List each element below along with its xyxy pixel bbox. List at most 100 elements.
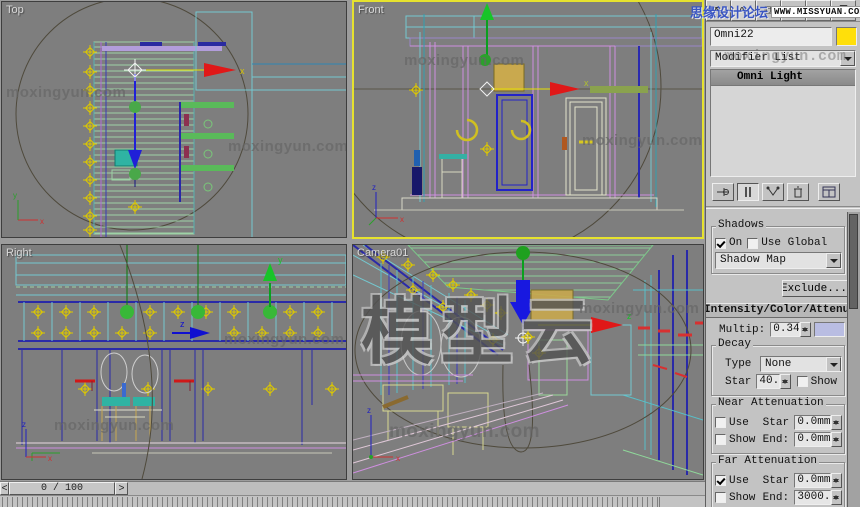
watermark: moxingyun.com	[579, 300, 700, 317]
decay-start-label: Star	[725, 375, 752, 388]
panel-scrollbar-thumb[interactable]	[849, 214, 858, 309]
exclude-button[interactable]: Exclude...	[782, 280, 847, 297]
time-slider-track[interactable]: < 0 / 100 >	[0, 481, 705, 495]
near-start-spinner[interactable]	[831, 415, 842, 430]
time-slider[interactable]: 0 / 100	[9, 482, 115, 495]
axis-tripod: z x	[22, 420, 52, 463]
forum-watermark-cn: 思缘设计论坛	[690, 6, 769, 21]
viewport-front-label[interactable]: Front	[358, 4, 384, 16]
stack-toolbar	[706, 179, 860, 203]
multiplier-label: Multip:	[719, 323, 766, 336]
viewport-camera-label[interactable]: Camera01	[357, 247, 408, 259]
shadows-group-title: Shadows	[716, 219, 767, 231]
light-drop-lines	[120, 245, 277, 319]
near-end-label: End:	[762, 433, 790, 446]
near-start-field[interactable]: 0.0mm	[794, 415, 831, 430]
multiplier-color-swatch[interactable]	[814, 322, 845, 337]
stack-item-omni-light[interactable]: Omni Light	[711, 70, 855, 86]
decay-type-value: None	[765, 358, 792, 370]
pin-stack-button[interactable]	[712, 183, 734, 201]
decay-group-title: Decay	[716, 338, 754, 350]
near-show-checkbox[interactable]	[715, 434, 726, 445]
far-start-spinner[interactable]	[831, 473, 842, 488]
svg-text:x: x	[40, 217, 44, 226]
show-end-result-button[interactable]	[737, 183, 759, 201]
use-global-label: Use Global	[761, 237, 828, 249]
decay-start-spinner[interactable]	[779, 374, 791, 389]
svg-text:x: x	[396, 454, 400, 463]
shadows-on-label: On	[729, 237, 743, 249]
chevron-down-icon[interactable]	[826, 253, 841, 268]
near-start-label: Star	[762, 416, 790, 429]
viewport-right[interactable]: y z z x Right moxingyun.com moxingyun.co…	[1, 244, 347, 480]
far-end-spinner[interactable]	[831, 490, 842, 505]
decay-start-field[interactable]: 40.0mm	[756, 374, 780, 389]
far-use-checkbox[interactable]	[715, 475, 726, 486]
multiplier-spinner[interactable]	[800, 322, 812, 337]
track-bar-ticks	[2, 497, 660, 507]
far-start-label: Star	[762, 474, 790, 487]
decay-type-dropdown[interactable]: None	[760, 356, 842, 372]
omni-light-markers	[408, 82, 532, 157]
show-end-result-icon	[745, 187, 751, 197]
intensity-rollout-header[interactable]: Intensity/Color/Attenuation	[706, 303, 847, 318]
pin-icon	[717, 188, 729, 196]
viewport-right-label[interactable]: Right	[6, 247, 32, 259]
near-end-spinner[interactable]	[831, 432, 842, 447]
near-show-label: Show	[729, 433, 756, 446]
near-end-field[interactable]: 0.0mm	[794, 432, 831, 447]
configure-modifier-sets-button[interactable]	[818, 183, 840, 201]
track-bar[interactable]	[0, 495, 705, 507]
decay-show-checkbox[interactable]	[796, 376, 808, 387]
watermark: moxingyun.com	[724, 48, 847, 65]
multiplier-row: Multip: 0.34	[719, 322, 845, 337]
use-global-checkbox[interactable]	[747, 237, 759, 249]
chevron-down-icon[interactable]	[826, 357, 841, 371]
multiplier-field[interactable]: 0.34	[770, 322, 801, 337]
near-use-checkbox[interactable]	[715, 417, 726, 428]
far-end-field[interactable]: 3000.0mm	[794, 490, 831, 505]
far-show-checkbox[interactable]	[715, 492, 726, 503]
svg-text:z: z	[180, 319, 185, 329]
viewport-front[interactable]: x z x Front moxingyun.com moxingyun.com	[352, 0, 704, 239]
shadow-type-dropdown[interactable]: Shadow Map	[715, 252, 842, 269]
panel-divider	[706, 206, 860, 209]
axis-tripod: z x	[368, 183, 404, 226]
red-fixtures	[638, 321, 703, 378]
far-attenuation-title: Far Attenuation	[716, 455, 820, 467]
forum-watermark-url: WWW.MISSYUAN.COM	[771, 5, 860, 18]
viewport-camera[interactable]: z z x Camera01 模型云 moxingyun.com moxingy…	[352, 244, 704, 480]
rollout-area: Shadows On Use Global Shadow Map Exclude…	[706, 212, 847, 507]
decay-group: Decay Type None Star 40.0mm Show	[711, 338, 845, 396]
far-attenuation-group: Far Attenuation Use Star 0.0mm Show End:…	[711, 455, 845, 507]
viewport-front-scene: x z x	[354, 2, 702, 237]
svg-text:y: y	[278, 255, 283, 265]
object-name-input[interactable]: Omni22	[710, 27, 832, 46]
watermark: moxingyun.com	[224, 331, 345, 348]
watermark-big: 模型云	[361, 293, 602, 373]
far-start-field[interactable]: 0.0mm	[794, 473, 831, 488]
decay-show-label: Show	[810, 375, 837, 388]
viewport-top-label[interactable]: Top	[6, 4, 24, 16]
viewport-top[interactable]: x x y Top moxingyun.com moxingyun.com	[1, 1, 347, 238]
modifier-stack[interactable]: Omni Light	[710, 69, 856, 177]
decay-type-label: Type	[725, 358, 752, 370]
remove-modifier-button[interactable]	[787, 183, 809, 201]
svg-text:x: x	[584, 78, 589, 88]
shadow-type-value: Shadow Map	[720, 254, 787, 266]
ceiling-structure	[15, 254, 346, 296]
configure-sets-icon	[822, 186, 836, 198]
watermark: moxingyun.com	[582, 132, 703, 149]
next-frame-button[interactable]: >	[115, 482, 128, 495]
blue-door	[496, 94, 533, 191]
previous-frame-button[interactable]: <	[0, 482, 9, 495]
object-name-row: Omni22	[706, 22, 860, 49]
floor-lines	[16, 442, 346, 461]
move-gizmo[interactable]: y z	[172, 255, 283, 339]
make-unique-button[interactable]	[762, 183, 784, 201]
command-panel: ↖ ∿ ⧉ ◉ ▣ T 思缘设计论坛 WWW.MISSYUAN.COM Omni…	[690, 0, 860, 507]
panel-scrollbar[interactable]	[847, 212, 860, 507]
light-color-swatch[interactable]	[836, 27, 857, 46]
svg-text:z: z	[22, 420, 26, 429]
shadows-on-checkbox[interactable]	[715, 237, 726, 249]
